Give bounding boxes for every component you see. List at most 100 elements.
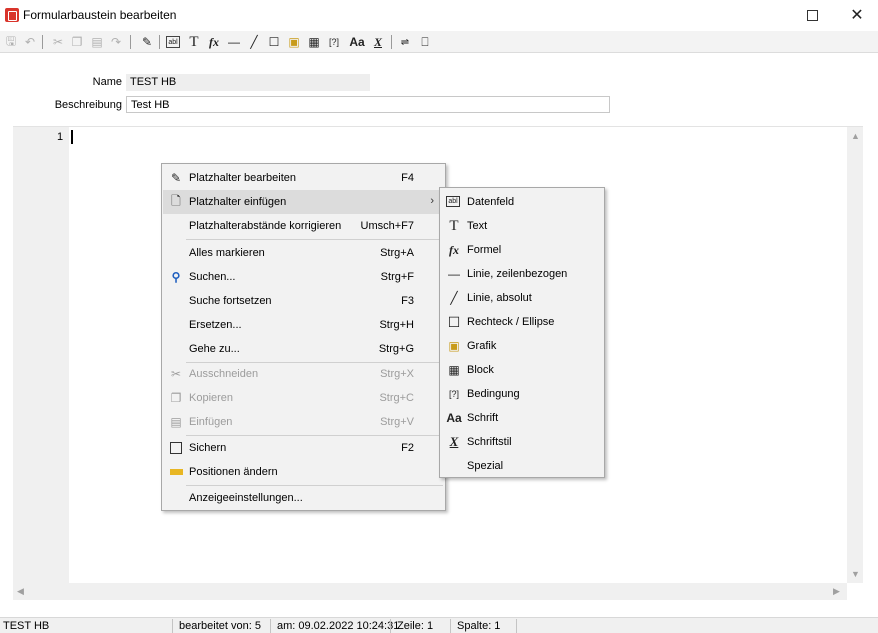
menu-item-suche-fortsetzen[interactable]: Suche fortsetzen F3 [163, 289, 444, 313]
cut-icon[interactable]: ✂ [50, 34, 66, 50]
submenu-item-formel[interactable]: fx Formel [441, 238, 603, 262]
copy-icon[interactable]: ❐ [69, 34, 85, 50]
datafield-icon[interactable]: abl [166, 36, 180, 48]
scroll-down-icon[interactable]: ▼ [851, 569, 860, 579]
title-bar: Formularbaustein bearbeiten ✕ [0, 0, 878, 30]
rectangle-icon: ☐ [447, 313, 461, 330]
search-icon: ⚲ [171, 270, 181, 284]
submenu-item-block[interactable]: ▦ Block [441, 358, 603, 382]
menu-item-shortcut: Strg+G [378, 343, 414, 355]
block-icon[interactable]: ▦ [306, 34, 322, 50]
close-button[interactable]: ✕ [834, 0, 878, 30]
menu-item-platzhalter-bearbeiten[interactable]: ✎ Platzhalter bearbeiten F4 [163, 166, 444, 190]
menu-item-shortcut: Strg+F [380, 271, 414, 283]
submenu-item-rechteck-ellipse[interactable]: ☐ Rechteck / Ellipse [441, 310, 603, 334]
copy-icon: ❐ [170, 391, 182, 405]
image-icon: ▣ [448, 339, 460, 353]
text-icon[interactable]: T [186, 34, 202, 50]
menu-item-label: Platzhalter bearbeiten [189, 172, 297, 184]
horizontal-scrollbar[interactable]: ◀ ▶ [13, 583, 847, 600]
status-name: TEST HB [3, 620, 50, 632]
submenu-item-linie-absolut[interactable]: ╱ Linie, absolut [441, 286, 603, 310]
menu-item-shortcut: Strg+A [380, 247, 414, 259]
menu-item-label: Gehe zu... [189, 343, 240, 355]
submenu-item-spezial[interactable]: Spezial [441, 454, 603, 478]
submenu-item-bedingung[interactable]: [?] Bedingung [441, 382, 603, 406]
submenu-item-schriftstil[interactable]: X Schriftstil [441, 430, 603, 454]
diagonal-line-icon: ╱ [450, 291, 458, 305]
description-label: Beschreibung [54, 99, 122, 111]
name-label: Name [92, 76, 122, 88]
menu-item-shortcut: F4 [401, 172, 414, 184]
scroll-left-icon[interactable]: ◀ [17, 586, 24, 597]
menu-item-label: Positionen ändern [189, 466, 278, 478]
save-icon[interactable]: 🖫 [3, 34, 19, 50]
menu-item-positionen-aendern[interactable]: Positionen ändern [163, 460, 444, 484]
toolbar: 🖫 ↶ ✂ ❐ ▤ ↷ ✎ abl T fx — ╱ ☐ ▣ ▦ [?] Aa … [0, 31, 878, 53]
menu-item-label: Datenfeld [467, 196, 515, 208]
submenu-item-text[interactable]: T Text [441, 214, 603, 238]
menu-item-ausschneiden: ✂ Ausschneiden Strg+X [163, 362, 444, 386]
submenu-item-grafik[interactable]: ▣ Grafik [441, 334, 603, 358]
toolbar-separator [391, 35, 392, 49]
scroll-up-icon[interactable]: ▲ [851, 131, 860, 141]
menu-item-label: Suche fortsetzen [189, 295, 272, 307]
menu-item-shortcut: F2 [401, 442, 414, 454]
image-icon[interactable]: ▣ [286, 34, 302, 50]
font-style-icon: X [449, 434, 459, 449]
submenu-item-schrift[interactable]: Aa Schrift [441, 406, 603, 430]
menu-item-platzhalter-einfuegen[interactable]: 🗋 Platzhalter einfügen › [163, 190, 444, 214]
submenu-item-datenfeld[interactable]: abl Datenfeld [441, 190, 603, 214]
insert-placeholder-submenu: abl Datenfeld T Text fx Formel — Linie, … [439, 187, 605, 478]
paste-icon[interactable]: ▤ [89, 34, 105, 50]
undo-icon[interactable]: ↶ [22, 34, 38, 50]
condition-icon[interactable]: [?] [326, 34, 342, 50]
redo-icon[interactable]: ↷ [108, 34, 124, 50]
menu-item-label: Platzhalterabstände korrigieren [189, 220, 342, 232]
menu-item-kopieren: ❐ Kopieren Strg+C [163, 386, 444, 410]
menu-item-shortcut: Strg+H [379, 319, 414, 331]
menu-separator [186, 239, 443, 240]
page-icon[interactable]: ⎕ [417, 34, 433, 50]
scroll-right-icon[interactable]: ▶ [833, 586, 840, 597]
ruler-icon [170, 469, 183, 475]
form-area: Name TEST HB Beschreibung Test HB [0, 54, 878, 124]
pencil-icon[interactable]: ✎ [139, 34, 155, 50]
menu-item-label: Block [467, 364, 494, 376]
menu-item-sichern[interactable]: Sichern F2 [163, 436, 444, 460]
status-column: Spalte: 1 [457, 620, 501, 632]
wrap-icon[interactable]: ⇌ [397, 34, 413, 50]
horizontal-line-icon[interactable]: — [226, 34, 242, 50]
status-separator [390, 619, 391, 633]
name-field[interactable]: TEST HB [126, 74, 370, 91]
line-number: 1 [57, 131, 64, 143]
rectangle-icon[interactable]: ☐ [266, 34, 282, 50]
status-separator [270, 619, 271, 633]
context-menu: ✎ Platzhalter bearbeiten F4 🗋 Platzhalte… [161, 163, 446, 511]
menu-item-label: Grafik [467, 340, 497, 352]
maximize-button[interactable] [789, 0, 835, 30]
diagonal-line-icon[interactable]: ╱ [246, 34, 262, 50]
menu-item-anzeigeeinstellungen[interactable]: Anzeigeeinstellungen... [163, 486, 444, 510]
condition-icon: [?] [448, 389, 459, 399]
vertical-scrollbar[interactable]: ▲ ▼ [847, 127, 863, 583]
menu-item-label: Ersetzen... [189, 319, 242, 331]
pencil-icon: ✎ [170, 171, 182, 185]
font-style-icon[interactable]: X [370, 34, 386, 50]
menu-item-platzhalterabstaende[interactable]: Platzhalterabstände korrigieren Umsch+F7 [163, 214, 444, 238]
menu-item-alles-markieren[interactable]: Alles markieren Strg+A [163, 241, 444, 265]
description-field[interactable]: Test HB [126, 96, 610, 113]
font-icon[interactable]: Aa [346, 34, 368, 50]
menu-item-suchen[interactable]: ⚲ Suchen... Strg+F [163, 265, 444, 289]
menu-item-gehe-zu[interactable]: Gehe zu... Strg+G [163, 337, 444, 361]
menu-item-label: Linie, zeilenbezogen [467, 268, 568, 280]
menu-item-ersetzen[interactable]: Ersetzen... Strg+H [163, 313, 444, 337]
menu-item-shortcut: Strg+X [380, 368, 414, 380]
menu-item-label: Ausschneiden [189, 368, 259, 380]
font-icon: Aa [446, 411, 462, 425]
submenu-item-linie-zeilenbezogen[interactable]: — Linie, zeilenbezogen [441, 262, 603, 286]
menu-item-label: Anzeigeeinstellungen... [189, 492, 303, 504]
formula-icon[interactable]: fx [206, 34, 222, 50]
window-title: Formularbaustein bearbeiten [23, 8, 177, 22]
menu-item-label: Text [467, 220, 488, 232]
